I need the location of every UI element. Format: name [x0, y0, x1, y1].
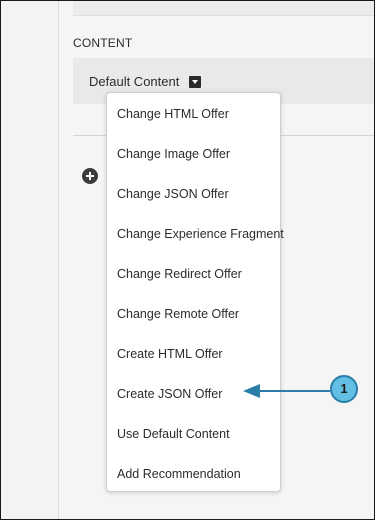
callout-badge: 1 [330, 375, 358, 403]
callout-arrow [243, 384, 330, 398]
